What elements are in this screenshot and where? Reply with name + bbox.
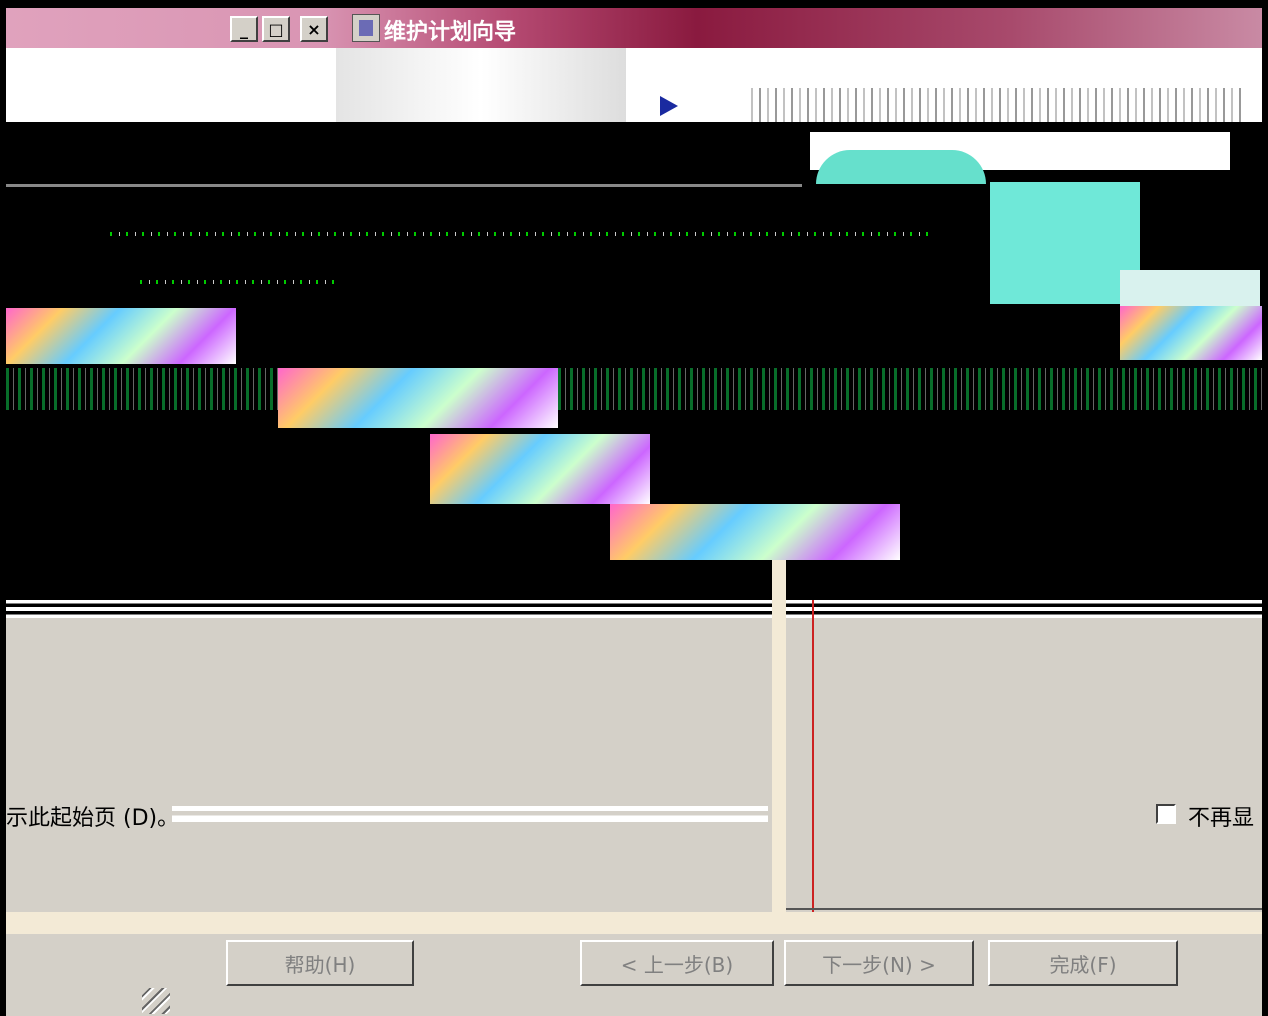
artifact — [610, 504, 900, 560]
panel-edge — [812, 600, 814, 912]
header-banner — [336, 48, 626, 132]
body-noise-band — [6, 368, 1262, 410]
dont-show-checkbox[interactable] — [1156, 804, 1176, 824]
content-separator — [6, 600, 1262, 618]
graphic-shape — [816, 150, 986, 184]
title-bar[interactable] — [6, 8, 1262, 48]
header-subtitle-garbled — [745, 88, 1245, 122]
footer-separator — [786, 908, 1262, 910]
artifact — [6, 308, 236, 364]
back-button[interactable]: < 上一步(B) — [580, 940, 774, 986]
window-title: 维护计划向导 — [384, 20, 517, 45]
graphic-shape — [990, 182, 1140, 304]
wizard-icon — [352, 14, 380, 42]
artifact — [430, 434, 650, 504]
artifact — [278, 368, 558, 428]
footer-strip — [6, 912, 1262, 934]
header-arrow-icon — [660, 96, 678, 116]
dont-show-label-left: 示此起始页 (D)。 — [6, 806, 180, 831]
maximize-button[interactable]: □ — [262, 16, 290, 42]
content-panel-right — [786, 618, 1262, 912]
artifact — [1120, 306, 1262, 360]
divider — [6, 184, 802, 187]
next-button[interactable]: 下一步(N) > — [784, 940, 974, 986]
finish-button[interactable]: 完成(F) — [988, 940, 1178, 986]
label-artifact — [172, 806, 768, 822]
dont-show-label: 不再显 — [1188, 806, 1255, 831]
close-button[interactable]: × — [300, 16, 328, 42]
minimize-button[interactable]: _ — [230, 16, 258, 42]
size-grip-icon[interactable] — [142, 988, 170, 1014]
intro-text-garbled — [140, 280, 340, 284]
intro-text-garbled — [110, 232, 930, 236]
content-panel-left — [6, 618, 772, 912]
panel-divider — [772, 560, 786, 916]
help-button[interactable]: 帮助(H) — [226, 940, 414, 986]
